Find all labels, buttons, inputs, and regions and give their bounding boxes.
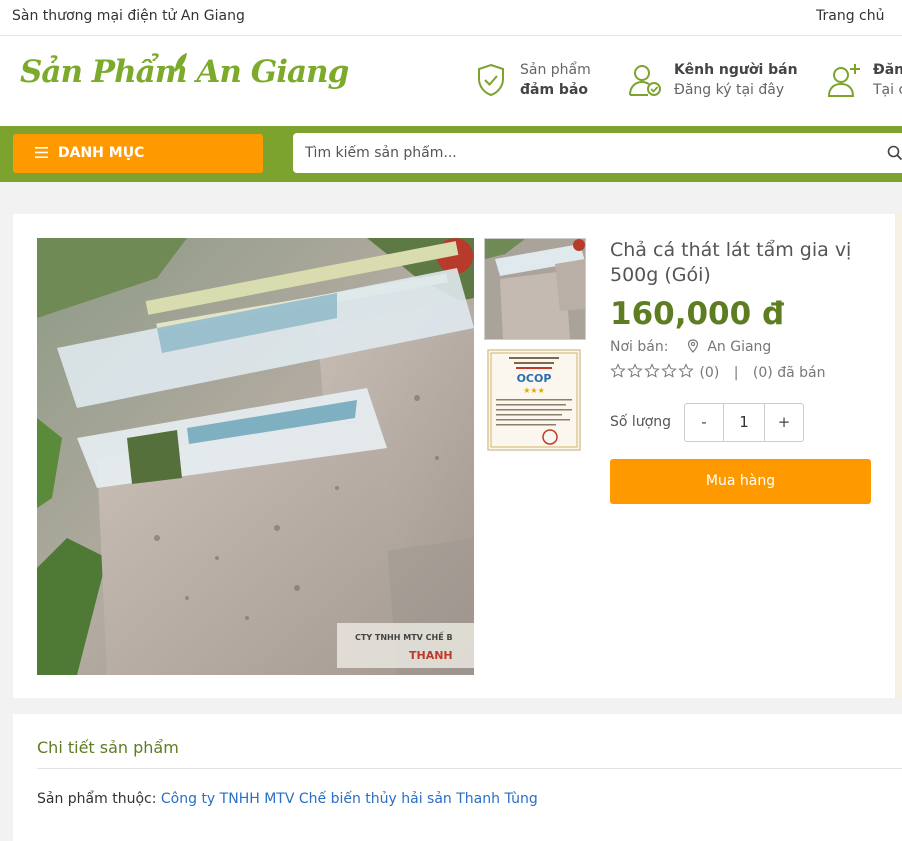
nav-band: DANH MỤC [0, 126, 902, 182]
star-empty-icon [610, 363, 626, 379]
hamburger-icon [35, 147, 48, 158]
seller-location[interactable]: An Giang [707, 339, 771, 355]
rating-stars [610, 363, 695, 383]
shield-check-icon [478, 63, 504, 97]
feature-register-line2: Tại c [873, 82, 902, 98]
product-photo: CTY TNHH MTV CHẾ B THANH [37, 238, 474, 675]
svg-text:★★★: ★★★ [523, 386, 545, 395]
user-check-icon [629, 65, 661, 96]
rating-row: (0) | (0) đã bán [610, 363, 825, 383]
user-plus-icon [827, 64, 860, 97]
home-link[interactable]: Trang chủ [816, 8, 884, 24]
certificate-photo: OCOP ★★★ [484, 349, 586, 451]
product-main-image[interactable]: CTY TNHH MTV CHẾ B THANH [37, 238, 474, 675]
rating-separator: | [733, 365, 739, 381]
quantity-decrease-button[interactable]: - [685, 404, 724, 441]
location-pin-icon [687, 339, 698, 353]
star-empty-icon [678, 363, 694, 379]
feature-register-line1: Đăn [873, 62, 902, 78]
owner-label: Sản phẩm thuộc: [37, 791, 157, 807]
product-details-section: Chi tiết sản phẩm Sản phẩm thuộc: Công t… [13, 714, 902, 841]
star-empty-icon [661, 363, 677, 379]
star-empty-icon [644, 363, 660, 379]
certificate-badge: OCOP [517, 372, 552, 385]
site-header: Sản Phẩm An Giang Sản phẩm đảm bảo Kênh … [0, 36, 902, 126]
product-thumbnail-1[interactable] [484, 238, 586, 340]
seller-label: Nơi bán: [610, 339, 669, 355]
feature-seller-line1: Kênh người bán [674, 62, 798, 78]
seller-info: Nơi bán: An Giang [610, 339, 771, 355]
feature-seller-line2: Đăng ký tại đây [674, 82, 785, 98]
buy-button[interactable]: Mua hàng [610, 459, 871, 504]
search-bar [293, 133, 902, 173]
sold-count: (0) đã bán [752, 365, 826, 381]
product-card: CTY TNHH MTV CHẾ B THANH OCOP ★★★ Chả cá… [13, 214, 902, 698]
top-bar: Sàn thương mại điện tử An Giang Trang ch… [0, 0, 902, 36]
card-edge [895, 214, 902, 698]
company-link[interactable]: Công ty TNHH MTV Chế biến thủy hải sản T… [161, 791, 538, 807]
leaf-icon [175, 53, 187, 72]
product-thumbnail-2[interactable]: OCOP ★★★ [484, 349, 586, 451]
site-name: Sàn thương mại điện tử An Giang [12, 8, 245, 24]
category-menu-label: DANH MỤC [58, 145, 145, 161]
feature-guaranteed-line2: đảm bảo [520, 82, 589, 98]
search-icon[interactable] [887, 145, 902, 161]
quantity-label: Số lượng [610, 414, 671, 430]
product-price: 160,000 đ [610, 296, 785, 332]
details-heading: Chi tiết sản phẩm [37, 738, 179, 757]
quantity-increase-button[interactable]: + [764, 404, 803, 441]
rating-count: (0) [699, 365, 720, 381]
quantity-input[interactable]: 1 [724, 404, 764, 441]
pack-label-line2: THANH [409, 649, 453, 662]
thumbnail-photo [485, 239, 585, 339]
search-input[interactable] [293, 133, 873, 173]
category-menu-button[interactable]: DANH MỤC [13, 134, 263, 173]
quantity-stepper: - 1 + [684, 403, 804, 442]
feature-guaranteed-line1: Sản phẩm [520, 62, 591, 78]
product-title: Chả cá thát lát tẩm gia vị 500g (Gói) [610, 239, 852, 286]
star-empty-icon [627, 363, 643, 379]
product-owner: Sản phẩm thuộc: Công ty TNHH MTV Chế biế… [37, 791, 538, 807]
divider [37, 768, 902, 769]
